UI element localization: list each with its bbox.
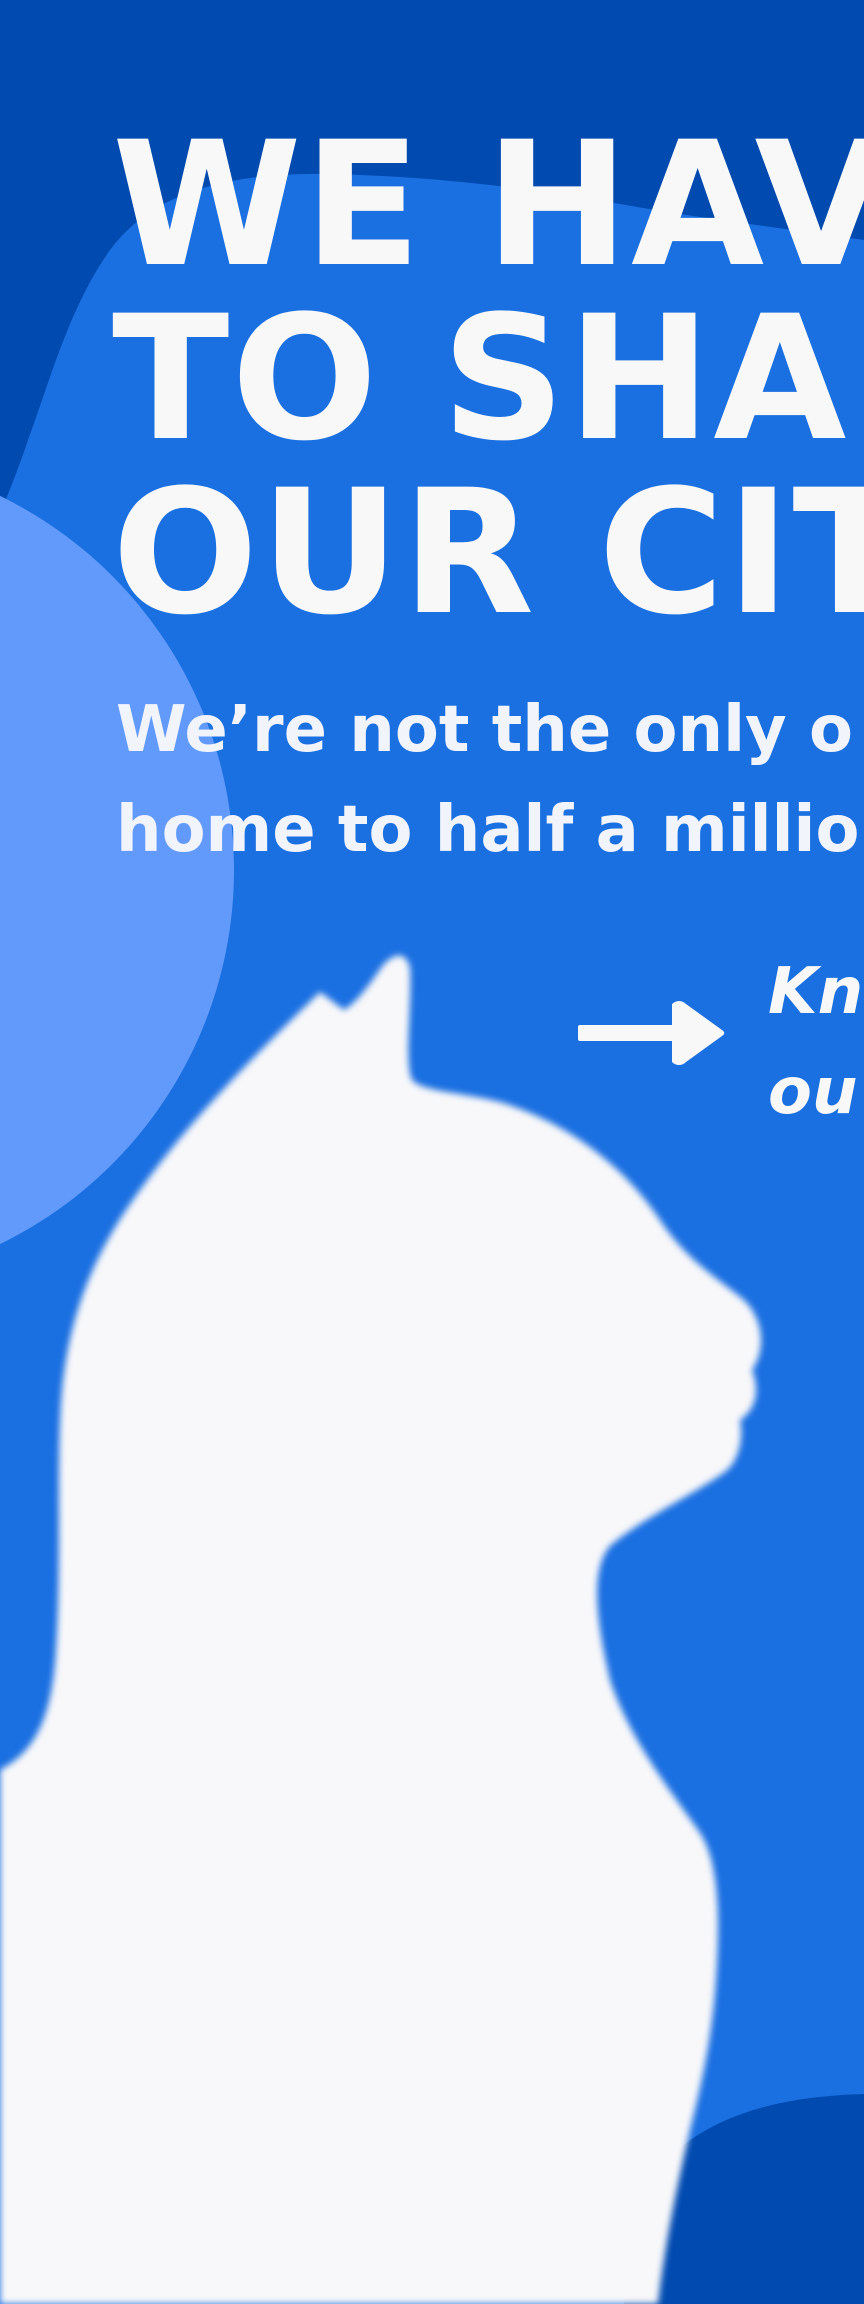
headline-line-3: OUR CITY (112, 452, 864, 653)
subtitle: We’re not the only o home to half a mill… (116, 680, 859, 880)
subtitle-line-2: home to half a millio (116, 793, 860, 867)
headline-line-1: WE HAVE (112, 104, 864, 305)
arrow-right-icon (578, 1001, 725, 1065)
headline-line-2: TO SHARE (112, 278, 864, 479)
dark-blue-bottom-blob (624, 2094, 864, 2304)
headline: WE HAVE TO SHARE OUR CITY (112, 118, 864, 640)
cta-line-1: Kn (768, 955, 864, 1029)
cta-line-2: ou (768, 1055, 858, 1129)
arrow-shaft (578, 1025, 686, 1041)
cta-text: Kn ou (768, 942, 863, 1142)
poster: WE HAVE TO SHARE OUR CITY We’re not the … (0, 0, 864, 2304)
arrow-head (672, 1001, 725, 1065)
subtitle-line-1: We’re not the only o (116, 693, 853, 767)
